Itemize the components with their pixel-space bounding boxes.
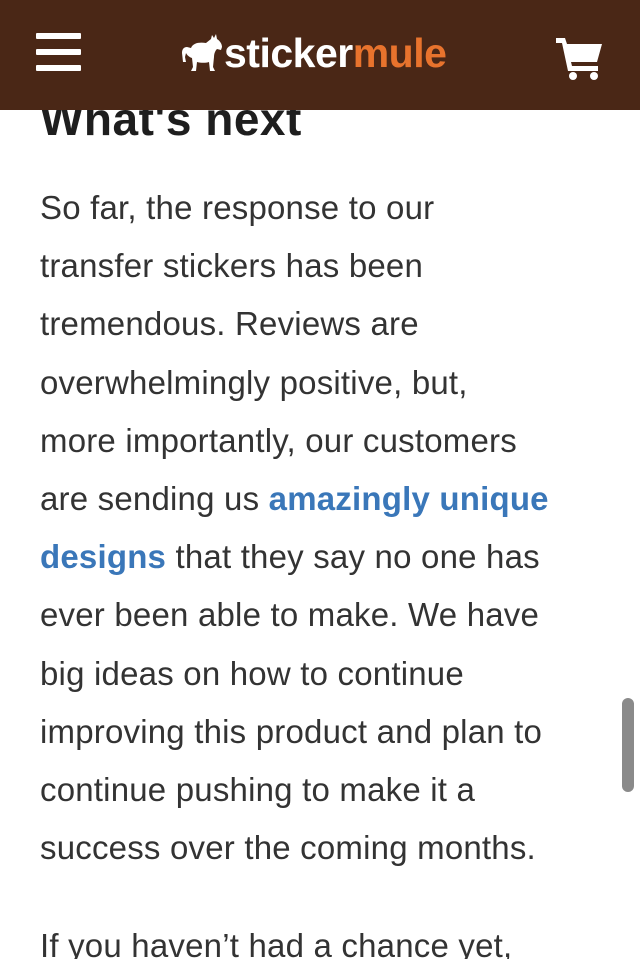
paragraph-line: designs that they say no one has — [40, 528, 612, 586]
paragraph-text: that they say no one has — [166, 538, 540, 576]
article-content: What's next So far, the response to our … — [0, 0, 640, 959]
amazingly-unique-designs-link[interactable]: amazingly unique — [269, 480, 549, 517]
stickermule-logo[interactable]: stickermule — [179, 28, 447, 78]
article-paragraph: If you haven’t had a chance yet, — [40, 917, 612, 959]
paragraph-line: overwhelmingly positive, but, — [40, 363, 468, 401]
cart-icon[interactable] — [556, 36, 604, 80]
paragraph-line: are sending us amazingly unique — [40, 470, 612, 528]
paragraph-line: continue pushing to make it a — [40, 771, 476, 809]
paragraph-line: If you haven’t had a chance yet, — [40, 927, 513, 959]
paragraph-line: ever been able to make. We have — [40, 596, 540, 634]
paragraph-line: big ideas on how to continue — [40, 654, 464, 692]
brand-name-part1: sticker — [224, 30, 353, 76]
paragraph-line: transfer stickers has been — [40, 247, 424, 285]
amazingly-unique-designs-link[interactable]: designs — [40, 538, 166, 575]
brand-name-part2: mule — [352, 30, 447, 76]
paragraph-line: So far, the response to our — [40, 189, 435, 226]
paragraph-line: more importantly, our customers — [40, 421, 517, 459]
site-header: stickermule — [0, 0, 640, 110]
hamburger-icon[interactable] — [36, 31, 81, 73]
article-paragraph: So far, the response to our transfer sti… — [40, 179, 612, 877]
mule-icon — [182, 34, 222, 71]
paragraph-text: are sending us — [40, 480, 269, 518]
paragraph-line: tremendous. Reviews are — [40, 305, 419, 343]
page-scrollbar[interactable] — [622, 698, 634, 792]
paragraph-line: improving this product and plan to — [40, 712, 543, 750]
paragraph-line: success over the coming months. — [40, 829, 536, 867]
